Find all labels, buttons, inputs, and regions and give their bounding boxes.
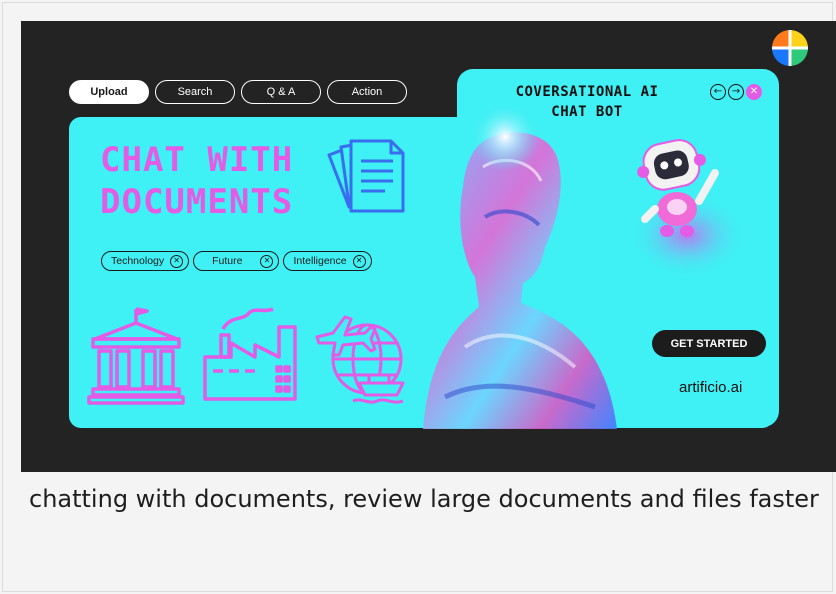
hero-title: CHAT WITH DOCUMENTS xyxy=(100,140,294,222)
close-icon[interactable]: ✕ xyxy=(260,254,274,268)
tab-bar: Upload Search Q & A Action xyxy=(69,80,407,104)
chip-intelligence[interactable]: Intelligence ✕ xyxy=(283,251,372,271)
close-icon[interactable]: ✕ xyxy=(170,254,184,268)
get-started-button[interactable]: GET STARTED xyxy=(652,330,766,357)
arrow-left-icon[interactable]: ← xyxy=(710,84,726,100)
tab-qa[interactable]: Q & A xyxy=(241,80,321,104)
chatbot-title: COVERSATIONAL AI CHAT BOT xyxy=(515,84,659,120)
chip-label: Future xyxy=(212,255,243,267)
close-icon[interactable]: ✕ xyxy=(352,254,366,268)
banner-image: Upload Search Q & A Action CHAT WITH DOC… xyxy=(21,21,836,472)
post-caption: chatting with documents, review large do… xyxy=(29,485,819,513)
chip-label: Technology xyxy=(111,255,165,267)
chip-technology[interactable]: Technology ✕ xyxy=(101,251,190,271)
factory-icon xyxy=(203,307,297,401)
robot-mascot xyxy=(629,139,745,277)
globe-travel-icon xyxy=(315,315,405,404)
arrow-right-icon[interactable]: → xyxy=(728,84,744,100)
tab-search[interactable]: Search xyxy=(155,80,235,104)
chip-label: Intelligence xyxy=(293,255,347,267)
close-icon[interactable]: ✕ xyxy=(746,84,762,100)
post-card: Upload Search Q & A Action CHAT WITH DOC… xyxy=(2,2,836,592)
tab-upload[interactable]: Upload xyxy=(69,80,149,104)
carousel-controls: ← → ✕ xyxy=(710,84,762,100)
bank-building-icon xyxy=(87,307,185,405)
tag-chips: Technology ✕ Future ✕ Intelligence ✕ xyxy=(101,251,372,271)
document-stack-icon xyxy=(327,139,405,213)
chrome-humanoid-figure xyxy=(423,107,617,429)
brand-name: artificio.ai xyxy=(679,379,743,396)
tab-action[interactable]: Action xyxy=(327,80,407,104)
app-logo xyxy=(772,30,808,66)
chip-future[interactable]: Future ✕ xyxy=(193,251,280,271)
